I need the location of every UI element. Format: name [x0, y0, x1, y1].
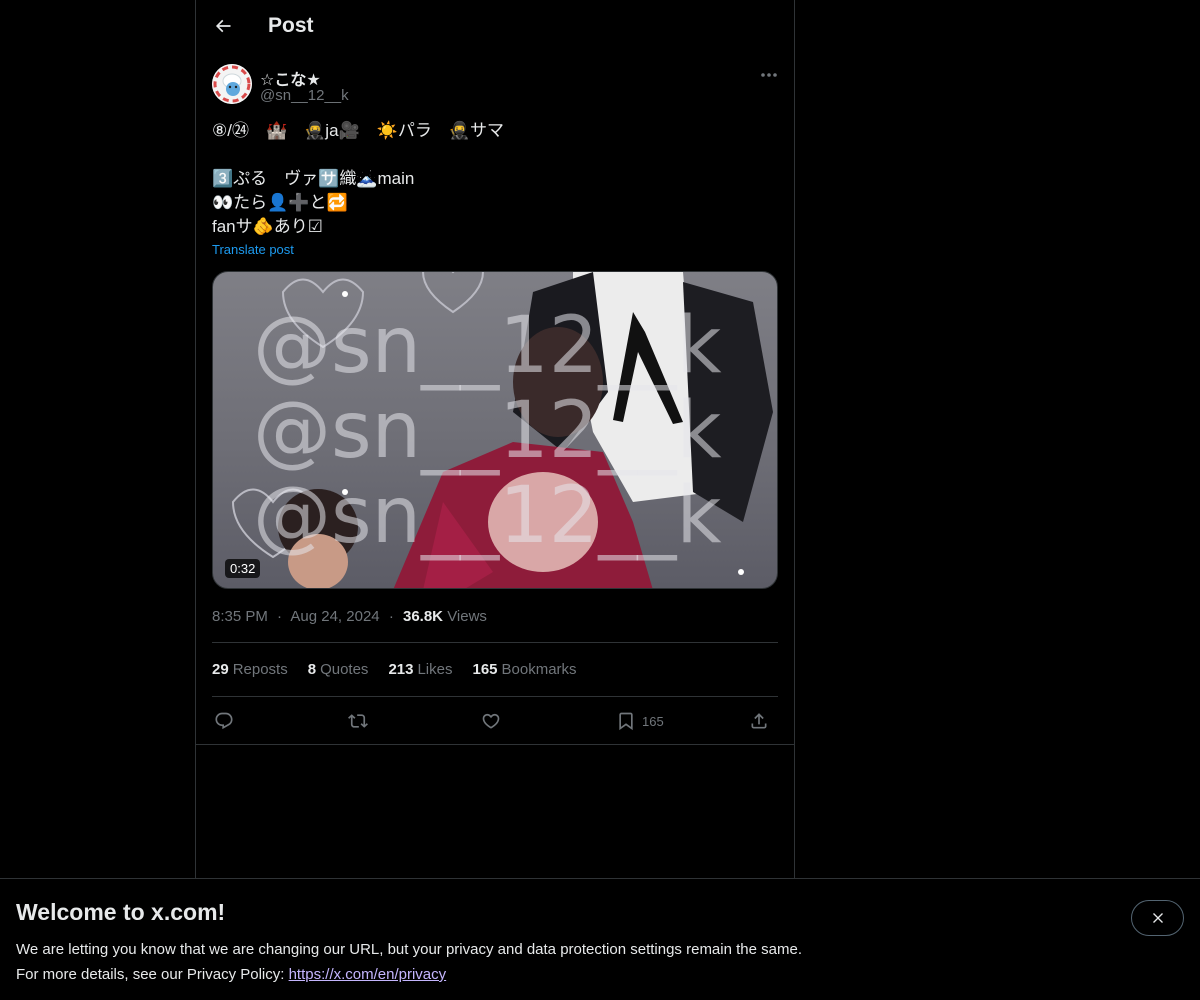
bookmarks-stat[interactable]: 165 Bookmarks	[473, 661, 577, 678]
reposts-stat[interactable]: 29 Reposts	[212, 661, 288, 678]
video-duration: 0:32	[225, 559, 261, 578]
heart-icon	[482, 713, 500, 729]
meta-separator: ·	[277, 608, 283, 625]
banner-title: Welcome to x.com!	[16, 899, 226, 925]
views-label: Views	[447, 608, 487, 625]
reposts-label: Reposts	[232, 661, 288, 678]
avatar[interactable]	[212, 64, 252, 104]
bookmark-button[interactable]: 165	[616, 706, 664, 736]
divider	[212, 696, 778, 697]
arrow-left-icon	[215, 19, 231, 33]
banner-line-1: We are letting you know that we are chan…	[16, 941, 802, 958]
post-time[interactable]: 8:35 PM	[212, 608, 268, 625]
divider	[212, 642, 778, 643]
post-date[interactable]: Aug 24, 2024	[290, 608, 379, 625]
action-bar: 165	[212, 706, 778, 736]
watermark-line-2: @sn__12__k	[253, 386, 722, 476]
banner-text: We are letting you know that we are chan…	[16, 937, 802, 987]
bookmarks-count: 165	[472, 661, 498, 678]
watermark-line-1: @sn__12__k	[253, 301, 722, 391]
page-title: Post	[268, 14, 314, 37]
more-icon	[761, 73, 777, 77]
share-button[interactable]	[749, 706, 769, 736]
reposts-count: 29	[212, 661, 229, 678]
likes-label: Likes	[417, 661, 453, 678]
share-icon	[751, 713, 767, 729]
likes-count: 213	[388, 661, 414, 678]
like-button[interactable]	[481, 706, 501, 736]
bookmark-icon	[619, 712, 633, 731]
welcome-banner: Welcome to x.com! We are letting you kno…	[0, 878, 1200, 1000]
reply-icon	[215, 712, 233, 730]
watermark-line-3: @sn__12__k	[253, 471, 722, 561]
repost-button[interactable]	[348, 706, 368, 736]
close-banner-button[interactable]	[1131, 900, 1184, 936]
post-header: Post	[196, 0, 794, 54]
translate-post-link[interactable]: Translate post	[212, 242, 294, 257]
bookmark-count: 165	[642, 713, 664, 729]
quotes-label: Quotes	[320, 661, 369, 678]
post-meta: 8:35 PM · Aug 24, 2024 · 36.8K Views	[212, 608, 487, 625]
author-handle[interactable]: @sn__12__k	[260, 87, 349, 104]
banner-line-2: For more details, see our Privacy Policy…	[16, 962, 802, 987]
close-icon	[1152, 913, 1163, 923]
more-options-button[interactable]	[756, 64, 782, 86]
avatar-image	[212, 64, 252, 104]
repost-icon	[348, 714, 368, 728]
divider	[196, 744, 794, 745]
quotes-count: 8	[307, 661, 317, 678]
watermark: @sn__12__k @sn__12__k @sn__12__k	[253, 301, 722, 561]
views-count: 36.8K	[402, 608, 444, 625]
reply-button[interactable]	[214, 706, 234, 736]
post-text: ⑧/㉔ 🏰 🥷ja🎥 ☀️パラ 🥷サマ 3️⃣ぷる ヴァ🈂️織🗻main 👀たら…	[212, 121, 505, 236]
back-button[interactable]	[206, 9, 240, 43]
banner-line-2-prefix: For more details, see our Privacy Policy…	[16, 966, 289, 983]
post-column: Post ☆こな★ @sn__12__k ⑧/㉔ 🏰 🥷ja🎥 ☀️パラ 🥷サマ…	[195, 0, 795, 880]
privacy-policy-link[interactable]: https://x.com/en/privacy	[289, 966, 447, 983]
quotes-stat[interactable]: 8 Quotes	[308, 661, 369, 678]
meta-separator: ·	[388, 608, 394, 625]
bookmarks-label: Bookmarks	[501, 661, 577, 678]
engagement-stats: 29 Reposts 8 Quotes 213 Likes 165 Bookmarks	[212, 661, 577, 678]
likes-stat[interactable]: 213 Likes	[388, 661, 452, 678]
video-media[interactable]: @sn__12__k @sn__12__k @sn__12__k 0:32	[212, 271, 778, 589]
